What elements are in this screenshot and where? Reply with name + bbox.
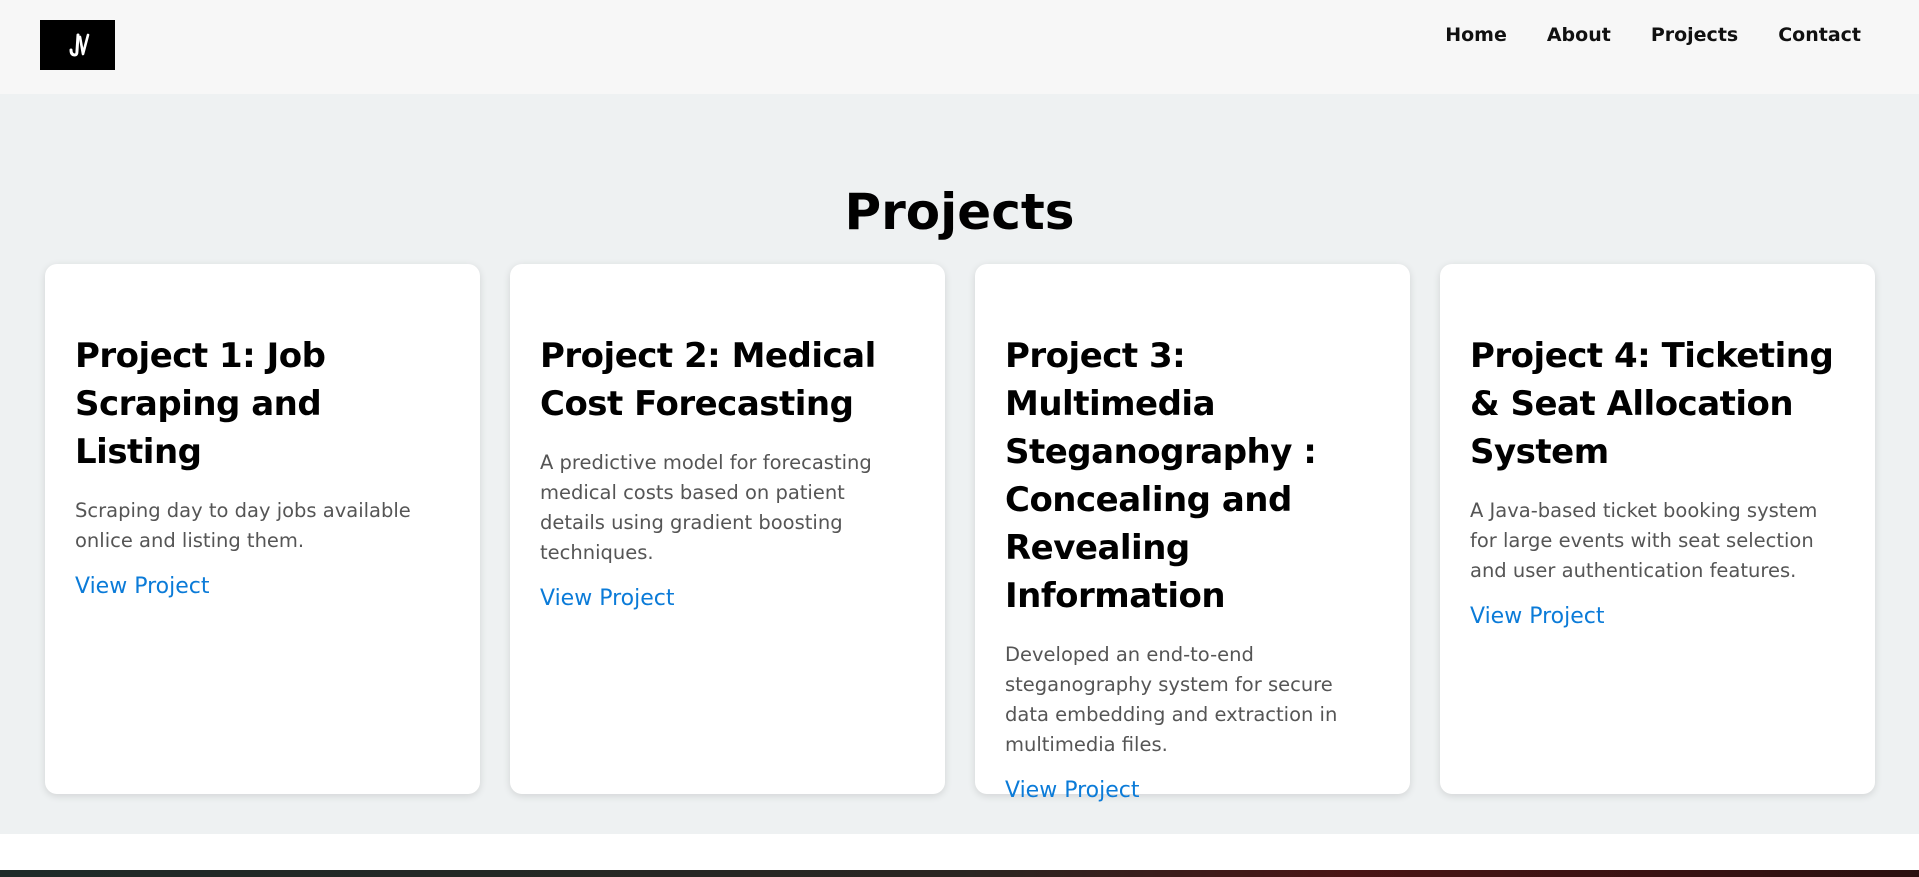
project-card: Project 3: Multimedia Steganography : Co… <box>975 264 1410 803</box>
project-description: A predictive model for forecasting medic… <box>540 451 872 564</box>
project-title: Project 2: Medical Cost Forecasting <box>540 336 876 424</box>
project-title: Project 4: Ticketing & Seat Allocation S… <box>1470 336 1834 472</box>
project-description: Developed an end-to-end steganography sy… <box>1005 643 1338 756</box>
site-logo[interactable] <box>40 20 115 70</box>
view-project-link[interactable]: View Project <box>540 586 674 611</box>
section-title: Projects <box>844 183 1075 241</box>
view-project-link[interactable]: View Project <box>75 574 209 599</box>
project-card: Project 2: Medical Cost Forecasting A pr… <box>510 264 945 794</box>
section-divider <box>0 834 1919 870</box>
projects-section: Projects Project 1: Job Scraping and Lis… <box>0 94 1919 834</box>
nav-about-link[interactable]: About <box>1547 22 1611 48</box>
navbar: Home About Projects Contact <box>0 0 1919 94</box>
nav-home-link[interactable]: Home <box>1445 22 1507 48</box>
nav-contact-link[interactable]: Contact <box>1778 22 1861 48</box>
footer-edge <box>0 870 1919 877</box>
project-title: Project 3: Multimedia Steganography : Co… <box>1005 336 1317 616</box>
view-project-link[interactable]: View Project <box>1470 604 1604 629</box>
project-card: Project 4: Ticketing & Seat Allocation S… <box>1440 264 1875 794</box>
project-description: Scraping day to day jobs available onlic… <box>75 499 411 552</box>
logo-icon <box>69 33 89 57</box>
main-nav: Home About Projects Contact <box>1445 22 1861 48</box>
view-project-link[interactable]: View Project <box>1005 778 1139 803</box>
project-card: Project 1: Job Scraping and Listing Scra… <box>45 264 480 794</box>
project-title: Project 1: Job Scraping and Listing <box>75 336 326 472</box>
project-description: A Java-based ticket booking system for l… <box>1470 499 1818 582</box>
nav-projects-link[interactable]: Projects <box>1651 22 1738 48</box>
